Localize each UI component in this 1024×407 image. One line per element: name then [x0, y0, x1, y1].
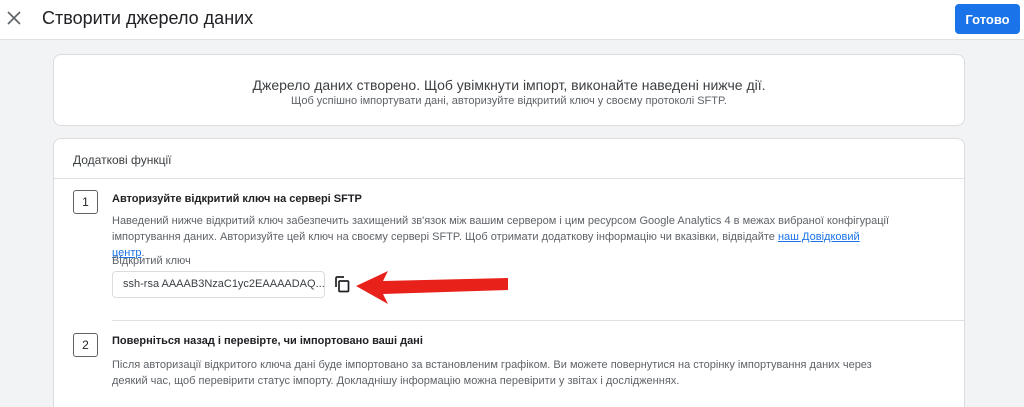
close-icon [7, 11, 21, 25]
done-button[interactable]: Готово [955, 4, 1020, 34]
step-description: Після авторизації відкритого ключа дані … [112, 359, 872, 387]
banner-subtitle: Щоб успішно імпортувати дані, авторизуйт… [291, 95, 727, 107]
close-button[interactable] [4, 8, 24, 28]
page-title: Створити джерело даних [42, 8, 254, 28]
copy-icon [335, 276, 350, 293]
public-key-field[interactable]: ssh-rsa AAAAB3NzaC1yc2EAAAADAQ... [112, 271, 325, 298]
banner-title: Джерело даних створено. Щоб увімкнути ім… [252, 77, 766, 93]
step-title: Поверніться назад і перевірте, чи імпорт… [112, 335, 423, 347]
success-banner: Джерело даних створено. Щоб увімкнути ім… [53, 54, 965, 126]
step-number: 2 [73, 333, 98, 357]
step-description-text: Наведений нижче відкритий ключ забезпечи… [112, 215, 890, 243]
copy-key-button[interactable] [333, 275, 351, 293]
red-arrow-annotation [356, 271, 508, 304]
card-title: Додаткові функції [73, 153, 172, 167]
step-description: Наведений нижче відкритий ключ забезпечи… [112, 213, 892, 261]
step-title: Авторизуйте відкритий ключ на сервері SF… [112, 193, 362, 205]
top-bar: Створити джерело даних Готово [0, 0, 1024, 40]
card-header: Додаткові функції [54, 139, 964, 179]
step-number: 1 [73, 190, 98, 214]
step-divider [112, 320, 964, 321]
public-key-label: Відкритий ключ [112, 255, 191, 267]
